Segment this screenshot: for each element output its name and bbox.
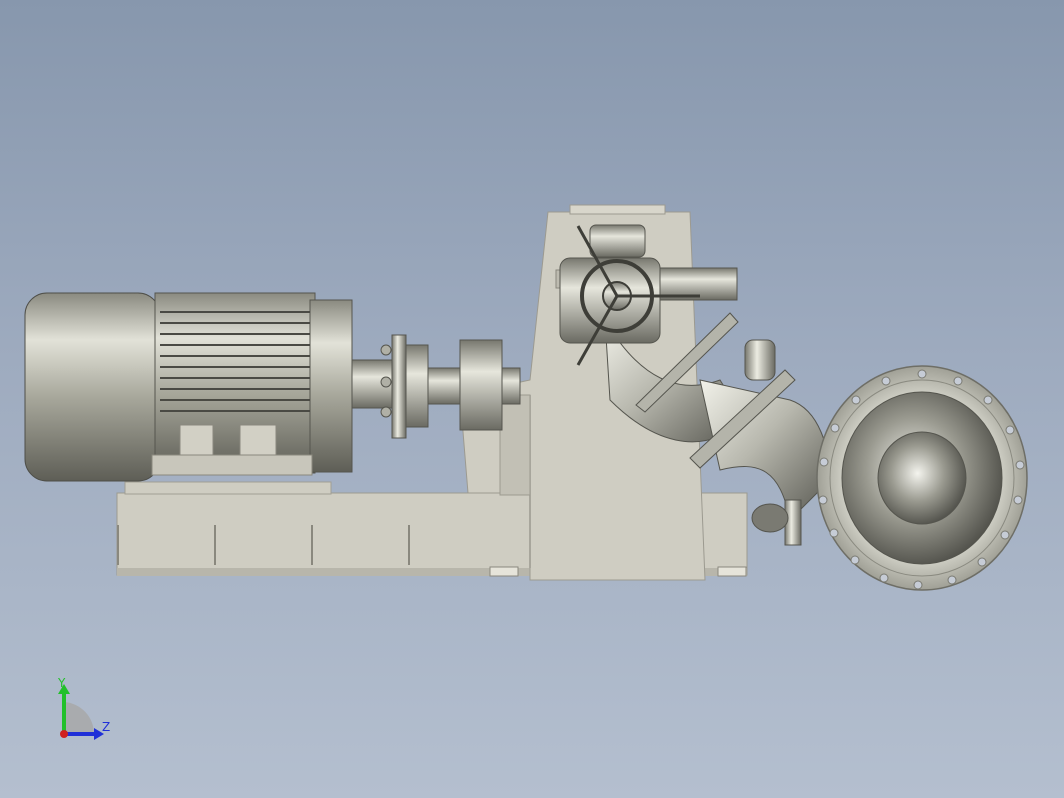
x-axis-dot (60, 730, 68, 738)
shaft-coupling[interactable] (351, 334, 521, 439)
z-axis-label: Z (102, 720, 111, 734)
motor[interactable] (24, 292, 353, 482)
y-axis-label: Y (58, 676, 66, 690)
cad-viewport[interactable]: Y Z (0, 0, 1064, 798)
coordinate-triad: Y Z (48, 676, 118, 746)
pump-assembly-model[interactable] (0, 0, 1064, 798)
outlet-flange[interactable] (816, 365, 1028, 591)
